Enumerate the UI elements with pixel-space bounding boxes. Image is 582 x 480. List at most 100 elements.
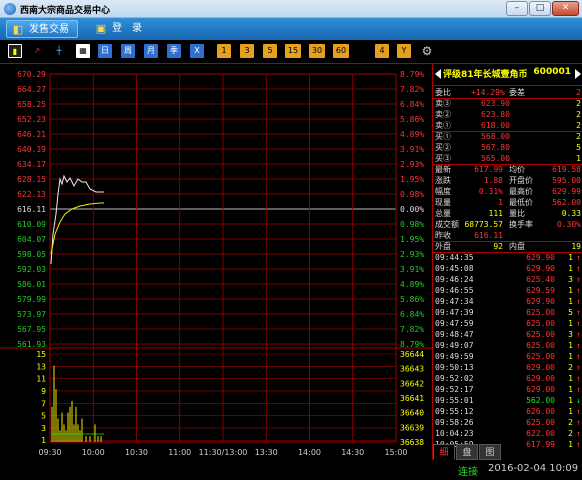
period-day-button[interactable]: 日 [98,44,112,58]
tick-time: 09:58:26 [435,418,474,427]
stat-label: 最新 [435,165,451,174]
bar-chart-icon[interactable]: ▮ [8,44,22,58]
gear-icon[interactable]: ⚙ [420,44,434,58]
percent-tick-label: 0.00% [400,205,424,214]
time-tick-label: 14:30 [341,448,364,457]
tick-price: 629.00 [526,374,555,383]
stat-value: 68773.57 [464,220,503,229]
tick-time: 09:55:12 [435,407,474,416]
year-button[interactable]: Y [397,44,411,58]
sell-volume: 2 [576,110,581,119]
line-chart-icon[interactable]: ↗ [30,44,44,58]
volume-right-tick-label: 36643 [400,365,424,374]
time-tick-label: 11:30/13:00 [199,448,248,457]
stat-label: 昨收 [435,231,451,240]
minimize-button[interactable]: – [506,1,528,16]
next-arrow-icon[interactable] [575,69,581,79]
tab-chart[interactable]: 图 [479,444,501,460]
tab-detail[interactable]: 细 [433,444,455,460]
price-tick-label: 579.99 [17,295,46,304]
stat-value: 617.99 [474,165,503,174]
menu-item-trading[interactable]: ◧ 发售交易 [6,20,78,38]
tick-price: 617.99 [526,440,555,449]
percent-tick-label: 3.91% [400,145,424,154]
percent-tick-label: 6.84% [400,310,424,319]
price-tick-label: 658.25 [17,100,46,109]
min-60-button[interactable]: 60 [333,44,349,58]
sell-volume: 2 [576,121,581,130]
hour-4-button[interactable]: 4 [375,44,389,58]
time-tick-label: 14:00 [298,448,321,457]
tick-price: 629.90 [526,264,555,273]
volume-right-tick-label: 36641 [400,394,424,403]
weicha-label: 委差 [509,88,525,97]
tick-price: 625.00 [526,330,555,339]
tick-direction-icon: ↑ [576,264,581,273]
quote-header: 评级81年长城壹角币 600001 [433,64,582,86]
volume-tick-label: 1 [41,436,46,445]
stat-value: 1.88 [483,176,503,185]
percent-tick-label: 3.91% [400,265,424,274]
maximize-button[interactable]: □ [529,1,551,16]
volume-tick-label: 7 [41,399,46,408]
stat-row: 最新 617.99 均价 619.58 [435,165,581,175]
period-week-button[interactable]: 周 [121,44,135,58]
stat-value: 1 [498,198,503,207]
tick-volume: 1 [568,264,573,273]
candlestick-icon[interactable]: ┼ [52,44,66,58]
status-datetime: 2016-02-04 10:09 [488,463,579,474]
tick-row: 09:47:39 625.00 5 ↑ [435,308,581,318]
outer-value: 92 [493,242,503,251]
product-name: 评级81年长城壹角币 [443,70,528,80]
tick-volume: 3 [568,330,573,339]
buy-price: 568.00 [481,132,510,141]
volume-tick-label: 9 [41,387,46,396]
stat-label: 换手率 [509,220,533,229]
intraday-chart-svg: 670.29 8.79% 664.27 7.82% 658.25 6.84% 652.23 5… [0,70,432,457]
calendar-icon[interactable]: ▦ [76,44,90,58]
stat-label: 成交额 [435,220,459,229]
intraday-chart[interactable]: 670.29 8.79% 664.27 7.82% 658.25 6.84% 652.23 5… [0,64,432,460]
period-quarter-button[interactable]: 季 [167,44,181,58]
buy-volume: 2 [576,132,581,141]
time-tick-label: 13:30 [255,448,278,457]
tick-row: 09:52:17 629.00 1 ↑ [435,385,581,395]
time-tick-label: 10:30 [125,448,148,457]
tick-volume: 1 [568,253,573,262]
prev-arrow-icon[interactable] [435,69,441,79]
tick-price: 629.00 [526,385,555,394]
tick-row: 09:49:07 625.00 1 ↑ [435,341,581,351]
volume-right-tick-label: 36640 [400,409,424,418]
percent-tick-label: 0.98% [400,220,424,229]
price-tick-label: 664.27 [17,85,46,94]
volume-tick-label: 15 [36,350,46,359]
tick-direction-icon: ↑ [576,330,581,339]
tab-book[interactable]: 盘 [456,444,478,460]
tick-row: 09:55:12 626.00 1 ↑ [435,407,581,417]
price-tick-label: 634.17 [17,160,46,169]
min-5-button[interactable]: 5 [263,44,277,58]
min-3-button[interactable]: 3 [240,44,254,58]
tick-direction-icon: ↓ [576,396,581,405]
window-title: 西南大宗商品交易中心 [20,6,111,16]
tick-row: 09:47:34 629.90 1 ↑ [435,297,581,307]
tick-price: 562.00 [526,396,555,405]
tick-time: 09:52:02 [435,374,474,383]
tick-row: 09:45:08 629.90 1 ↑ [435,264,581,274]
tick-time: 09:49:59 [435,352,474,361]
period-month-button[interactable]: 月 [144,44,158,58]
min-15-button[interactable]: 15 [285,44,301,58]
percent-tick-label: 0.98% [400,190,424,199]
min-1-button[interactable]: 1 [217,44,231,58]
period-x-button[interactable]: X [190,44,204,58]
menu-item-login[interactable]: ▣ 登 录 [90,20,152,38]
weibi-value: +14.29% [471,88,505,97]
price-tick-label: 604.07 [17,235,46,244]
close-button[interactable]: ✕ [552,1,579,16]
min-30-button[interactable]: 30 [309,44,325,58]
price-line [50,174,104,265]
weicha-value: 2 [576,88,581,97]
stat-label: 现量 [435,198,451,207]
tick-volume: 1 [568,319,573,328]
tick-row: 09:47:59 625.00 1 ↑ [435,319,581,329]
